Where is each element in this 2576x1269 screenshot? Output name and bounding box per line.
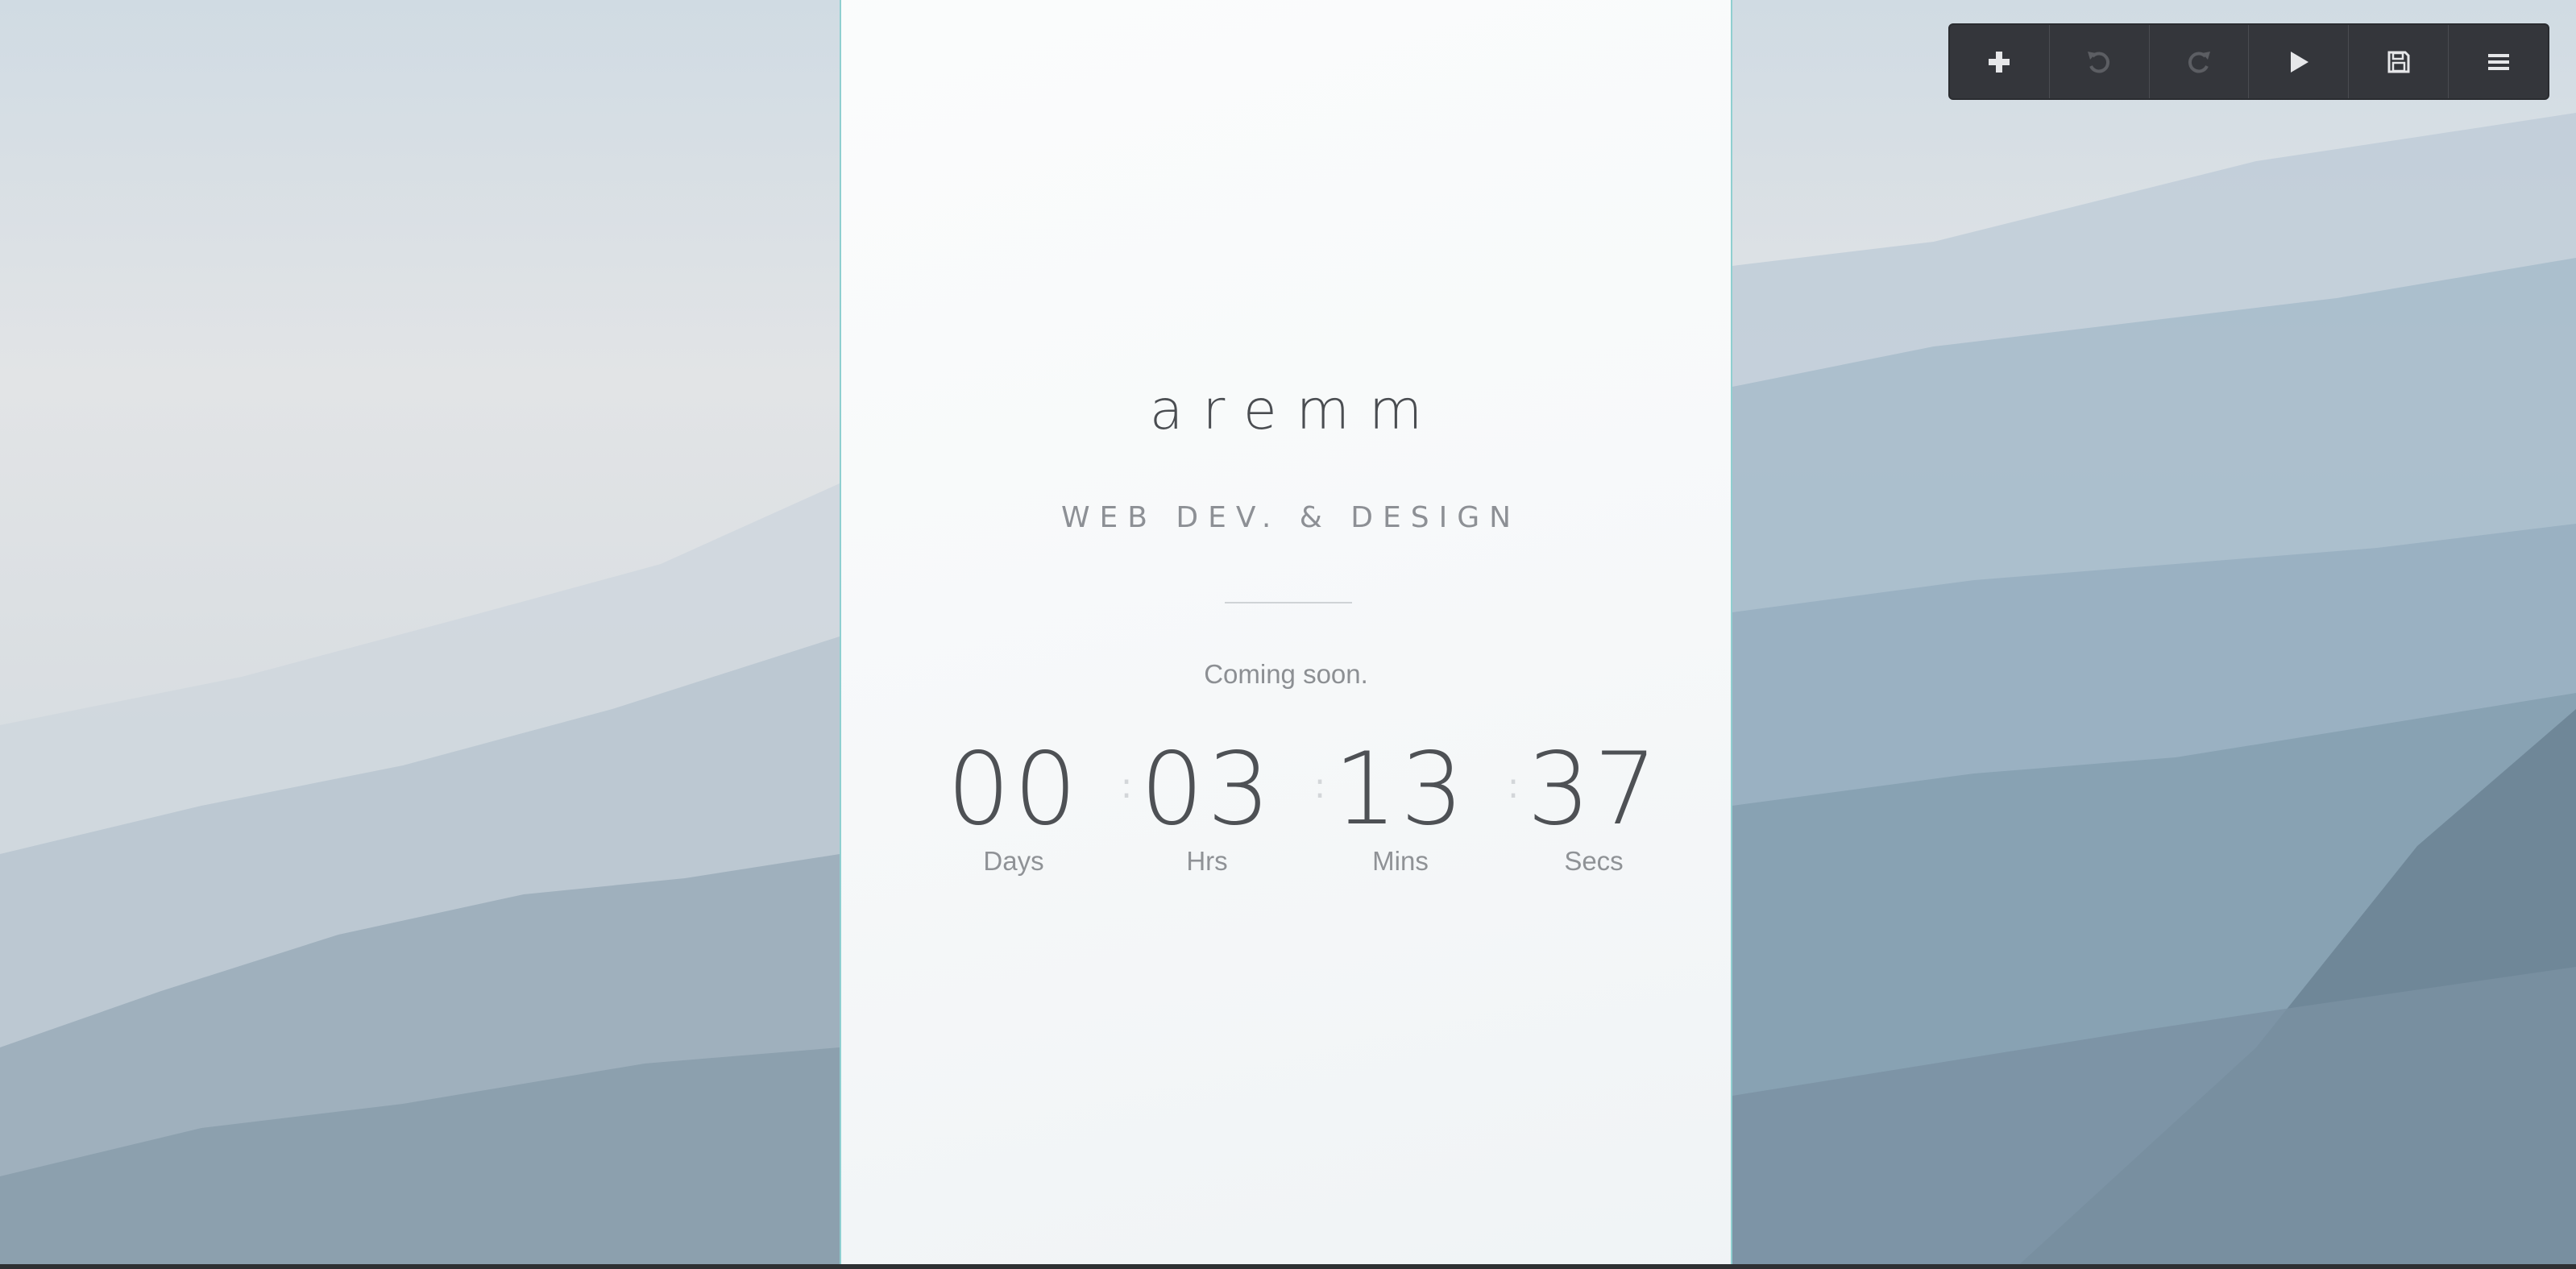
- countdown-minutes-label: Mins: [1372, 846, 1429, 876]
- menu-button[interactable]: [2449, 25, 2548, 98]
- coming-soon-panel[interactable]: aremm WEB DEV. & DESIGN Coming soon. 00 …: [840, 0, 1732, 1265]
- countdown-timer: 00 Days : 03 Hrs : 13 Mins : 37 Secs: [941, 733, 1657, 894]
- site-brand-title: aremm: [1149, 379, 1442, 442]
- countdown-separator: :: [1507, 765, 1520, 807]
- plus-icon: [1989, 51, 2010, 73]
- divider-line: [1225, 602, 1352, 603]
- countdown-seconds-value: 37: [1527, 732, 1661, 848]
- editor-canvas: aremm WEB DEV. & DESIGN Coming soon. 00 …: [0, 0, 2576, 1269]
- countdown-days: 00 Days: [941, 733, 1086, 877]
- undo-button[interactable]: [2050, 25, 2150, 98]
- bottom-bar: [0, 1264, 2576, 1269]
- countdown-seconds: 37 Secs: [1521, 733, 1666, 877]
- countdown-separator: :: [1313, 765, 1326, 807]
- countdown-minutes-value: 13: [1334, 732, 1467, 848]
- preview-button[interactable]: [2249, 25, 2350, 98]
- save-button[interactable]: [2349, 25, 2449, 98]
- site-tagline: WEB DEV. & DESIGN: [1060, 501, 1521, 534]
- play-icon: [2290, 51, 2308, 73]
- add-button[interactable]: [1950, 25, 2050, 98]
- editor-toolbar: [1948, 23, 2549, 100]
- floppy-disk-icon: [2387, 51, 2410, 73]
- countdown-days-value: 00: [947, 732, 1081, 848]
- countdown-minutes: 13 Mins: [1328, 733, 1473, 877]
- redo-button[interactable]: [2150, 25, 2250, 98]
- countdown-hours: 03 Hrs: [1135, 733, 1280, 877]
- redo-icon: [2188, 51, 2211, 73]
- countdown-hours-label: Hrs: [1186, 846, 1228, 876]
- countdown-hours-value: 03: [1140, 732, 1274, 848]
- coming-soon-text: Coming soon.: [1204, 659, 1368, 689]
- hamburger-menu-icon: [2487, 53, 2509, 70]
- countdown-separator: :: [1120, 765, 1133, 807]
- countdown-days-label: Days: [983, 846, 1044, 876]
- undo-icon: [2088, 51, 2110, 73]
- countdown-seconds-label: Secs: [1564, 846, 1624, 876]
